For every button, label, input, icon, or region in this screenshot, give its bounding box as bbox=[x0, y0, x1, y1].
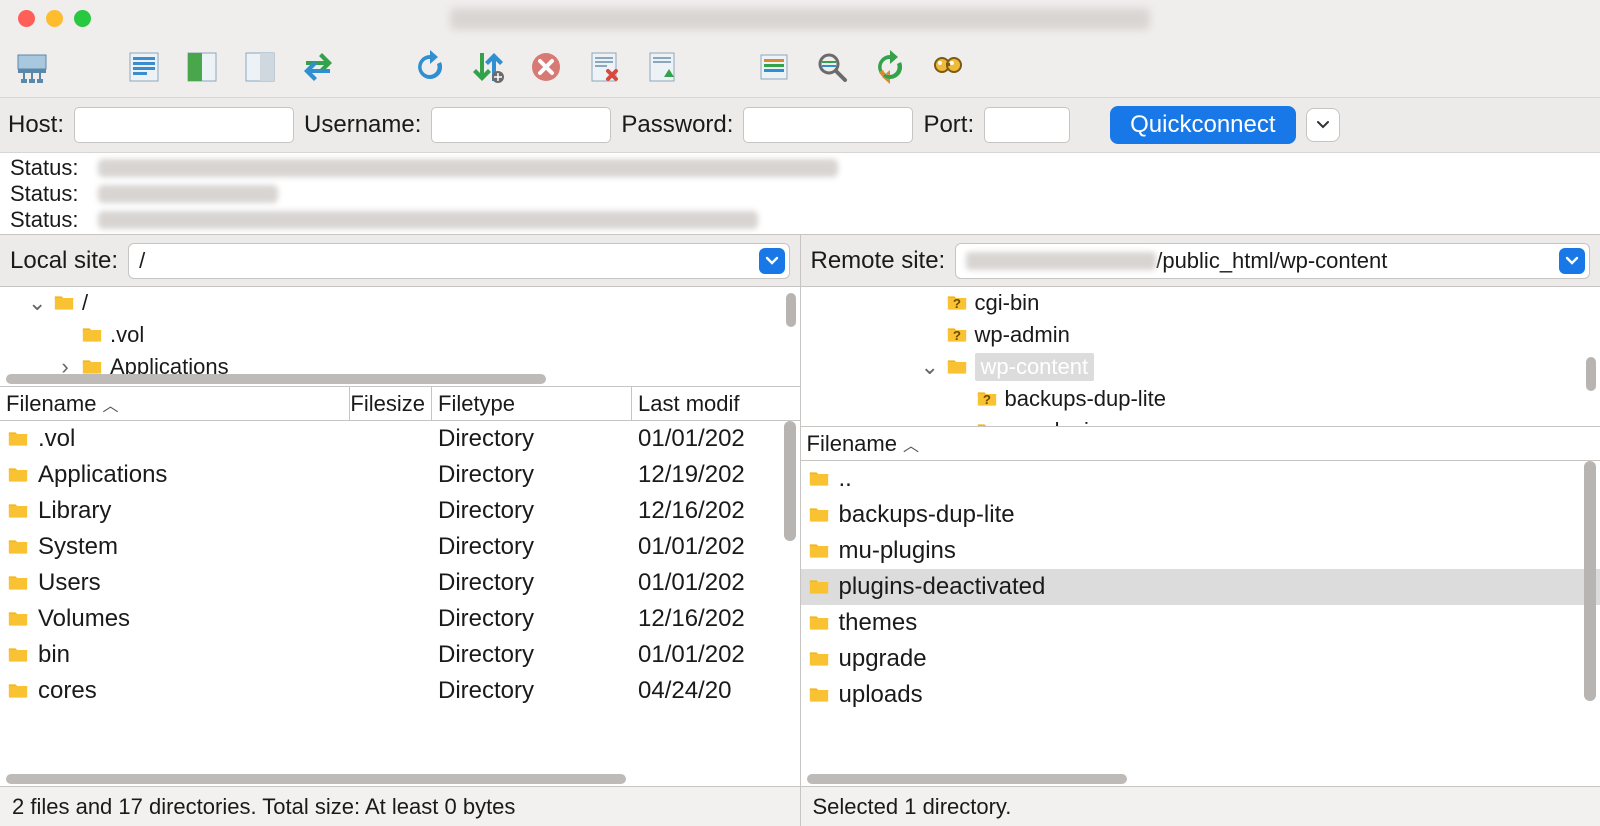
sort-asc-icon: ︿ bbox=[903, 432, 919, 456]
disclosure-icon[interactable]: ⌄ bbox=[28, 290, 46, 316]
local-status: 2 files and 17 directories. Total size: … bbox=[0, 786, 801, 826]
scrollbar[interactable] bbox=[807, 774, 1127, 784]
table-row[interactable]: uploads bbox=[801, 677, 1600, 713]
quickconnect-history-dropdown[interactable] bbox=[1306, 108, 1340, 142]
scrollbar[interactable] bbox=[784, 421, 796, 541]
chevron-down-icon[interactable] bbox=[1559, 248, 1585, 274]
scrollbar[interactable] bbox=[1584, 461, 1596, 701]
tree-item[interactable]: .vol bbox=[0, 319, 800, 351]
local-path-value: / bbox=[139, 248, 758, 274]
remote-status: Selected 1 directory. bbox=[801, 786, 1600, 826]
table-row[interactable]: plugins-deactivated bbox=[801, 569, 1600, 605]
disconnect-icon[interactable] bbox=[582, 45, 626, 89]
table-row[interactable]: coresDirectory04/24/20 bbox=[0, 673, 800, 709]
toggle-remote-tree-icon[interactable] bbox=[238, 45, 282, 89]
tree-item[interactable]: wp-admin bbox=[801, 319, 1600, 351]
col-filename[interactable]: Filename︿ bbox=[801, 427, 1600, 460]
col-filename[interactable]: Filename︿ bbox=[0, 387, 350, 420]
col-filesize[interactable]: Filesize bbox=[350, 387, 432, 420]
search-icon[interactable] bbox=[810, 45, 854, 89]
local-tree[interactable]: ⌄/.vol›Applications bbox=[0, 287, 800, 387]
titlebar bbox=[0, 0, 1600, 37]
toggle-local-tree-icon[interactable] bbox=[180, 45, 224, 89]
log-label: Status: bbox=[10, 155, 78, 181]
quickconnect-button[interactable]: Quickconnect bbox=[1110, 106, 1295, 144]
log-panel[interactable]: Status: Status: Status: bbox=[0, 153, 1600, 235]
table-row[interactable]: backups-dup-lite bbox=[801, 497, 1600, 533]
table-row[interactable]: ApplicationsDirectory12/19/202 bbox=[0, 457, 800, 493]
find-icon[interactable] bbox=[926, 45, 970, 89]
toggle-log-icon[interactable] bbox=[122, 45, 166, 89]
table-row[interactable]: .volDirectory01/01/202 bbox=[0, 421, 800, 457]
remote-site-label: Remote site: bbox=[811, 247, 946, 275]
local-file-list[interactable]: Filename︿ Filesize Filetype Last modif .… bbox=[0, 387, 800, 786]
scrollbar[interactable] bbox=[6, 774, 626, 784]
table-row[interactable]: binDirectory01/01/202 bbox=[0, 637, 800, 673]
remote-tree[interactable]: cgi-binwp-admin⌄wp-contentbackups-dup-li… bbox=[801, 287, 1600, 427]
password-input[interactable] bbox=[743, 107, 913, 143]
refresh-icon[interactable] bbox=[408, 45, 452, 89]
reconnect-icon[interactable] bbox=[640, 45, 684, 89]
username-label: Username: bbox=[304, 111, 421, 139]
col-filetype[interactable]: Filetype bbox=[432, 387, 632, 420]
toolbar bbox=[0, 37, 1600, 97]
local-site-label: Local site: bbox=[10, 247, 118, 275]
remote-path-combo[interactable]: /public_html/wp-content bbox=[955, 243, 1590, 279]
compare-icon[interactable] bbox=[868, 45, 912, 89]
table-row[interactable]: mu-plugins bbox=[801, 533, 1600, 569]
host-label: Host: bbox=[8, 111, 64, 139]
table-row[interactable]: upgrade bbox=[801, 641, 1600, 677]
cancel-icon[interactable] bbox=[524, 45, 568, 89]
col-modified[interactable]: Last modif bbox=[632, 387, 800, 420]
scrollbar[interactable] bbox=[1586, 357, 1596, 391]
tree-item[interactable]: ⌄wp-content bbox=[801, 351, 1600, 383]
filter-icon[interactable] bbox=[752, 45, 796, 89]
window-maximize-button[interactable] bbox=[74, 10, 91, 27]
local-path-combo[interactable]: / bbox=[128, 243, 789, 279]
site-manager-icon[interactable] bbox=[10, 45, 54, 89]
tree-item[interactable]: mu-plugins bbox=[801, 415, 1600, 427]
disclosure-icon[interactable]: ⌄ bbox=[921, 354, 939, 380]
scrollbar[interactable] bbox=[6, 374, 546, 384]
table-row[interactable]: VolumesDirectory12/16/202 bbox=[0, 601, 800, 637]
port-label: Port: bbox=[923, 111, 974, 139]
table-row[interactable]: UsersDirectory01/01/202 bbox=[0, 565, 800, 601]
sort-asc-icon: ︿ bbox=[102, 392, 118, 416]
table-row[interactable]: SystemDirectory01/01/202 bbox=[0, 529, 800, 565]
remote-file-list[interactable]: Filename︿ ..backups-dup-litemu-pluginspl… bbox=[801, 427, 1600, 786]
table-row[interactable]: .. bbox=[801, 461, 1600, 497]
password-label: Password: bbox=[621, 111, 733, 139]
tree-item[interactable]: cgi-bin bbox=[801, 287, 1600, 319]
window-title-blurred bbox=[450, 8, 1150, 30]
status-bar: 2 files and 17 directories. Total size: … bbox=[0, 786, 1600, 826]
window-close-button[interactable] bbox=[18, 10, 35, 27]
table-row[interactable]: LibraryDirectory12/16/202 bbox=[0, 493, 800, 529]
remote-path-suffix: /public_html/wp-content bbox=[1156, 248, 1387, 274]
process-queue-icon[interactable] bbox=[466, 45, 510, 89]
table-row[interactable]: themes bbox=[801, 605, 1600, 641]
sync-browse-icon[interactable] bbox=[296, 45, 340, 89]
host-input[interactable] bbox=[74, 107, 294, 143]
tree-item[interactable]: backups-dup-lite bbox=[801, 383, 1600, 415]
username-input[interactable] bbox=[431, 107, 611, 143]
remote-pane: Remote site: /public_html/wp-content cgi… bbox=[801, 235, 1600, 786]
log-label: Status: bbox=[10, 207, 78, 233]
remote-path-blurred bbox=[966, 252, 1156, 270]
window-minimize-button[interactable] bbox=[46, 10, 63, 27]
port-input[interactable] bbox=[984, 107, 1070, 143]
local-pane: Local site: / ⌄/.vol›Applications Filena… bbox=[0, 235, 801, 786]
chevron-down-icon[interactable] bbox=[759, 248, 785, 274]
scrollbar[interactable] bbox=[786, 293, 796, 327]
log-label: Status: bbox=[10, 181, 78, 207]
quickconnect-bar: Host: Username: Password: Port: Quickcon… bbox=[0, 97, 1600, 153]
tree-item[interactable]: ⌄/ bbox=[0, 287, 800, 319]
